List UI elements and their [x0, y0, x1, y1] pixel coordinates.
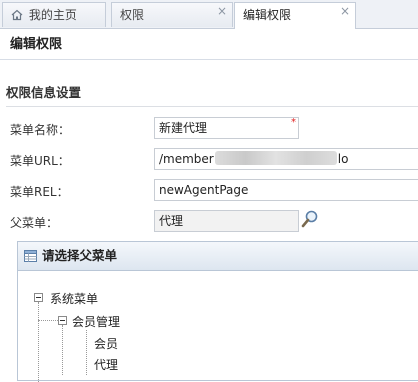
collapse-toggle-icon[interactable] — [34, 293, 43, 302]
panel-title: 请选择父菜单 — [42, 248, 118, 263]
magnifier-icon[interactable] — [300, 209, 320, 229]
parent-menu-panel: 请选择父菜单 — [17, 241, 418, 381]
menu-rel-label: 菜单REL： — [10, 185, 69, 199]
tab-bar: 我的主页 权限 × 编辑权限 × — [0, 0, 418, 29]
close-icon[interactable]: × — [340, 0, 350, 24]
home-icon — [11, 9, 23, 21]
required-mark: * — [291, 117, 296, 128]
tree-connector — [38, 302, 39, 382]
tab-edit-permissions[interactable]: 编辑权限 × — [234, 2, 356, 29]
menu-url-input[interactable]: /member lo — [154, 148, 418, 170]
collapse-toggle-icon[interactable] — [58, 316, 67, 325]
menu-url-label: 菜单URL： — [10, 154, 70, 168]
tree-connector — [62, 325, 63, 375]
page-title: 编辑权限 — [0, 29, 418, 60]
tab-edit-permissions-label: 编辑权限 — [243, 8, 292, 22]
close-icon[interactable]: × — [217, 0, 227, 24]
tree-node-member[interactable]: 会员 — [94, 335, 118, 352]
parent-menu-input[interactable]: 代理 — [154, 210, 299, 232]
tab-home-label: 我的主页 — [28, 8, 77, 22]
table-icon — [24, 250, 37, 262]
tree-node-root[interactable]: 系统菜单 — [50, 290, 98, 307]
menu-name-label: 菜单名称： — [10, 123, 71, 137]
tree-connector — [86, 330, 87, 375]
parent-menu-label: 父菜单： — [10, 216, 59, 230]
tree-connector — [38, 320, 58, 321]
tab-permissions[interactable]: 权限 × — [111, 2, 233, 27]
tree-node-agent[interactable]: 代理 — [94, 356, 118, 373]
menu-url-suffix: lo — [337, 152, 349, 166]
menu-url-prefix: /member — [159, 152, 214, 166]
tab-permissions-label: 权限 — [120, 8, 145, 22]
tree-node-member-management[interactable]: 会员管理 — [72, 313, 120, 330]
panel-header: 请选择父菜单 — [18, 242, 418, 271]
tab-home[interactable]: 我的主页 — [2, 2, 106, 27]
menu-name-input[interactable]: 新建代理 — [154, 117, 299, 139]
section-title: 权限信息设置 — [6, 83, 418, 107]
menu-rel-input[interactable]: newAgentPage — [154, 179, 418, 201]
redacted-text — [214, 151, 337, 165]
